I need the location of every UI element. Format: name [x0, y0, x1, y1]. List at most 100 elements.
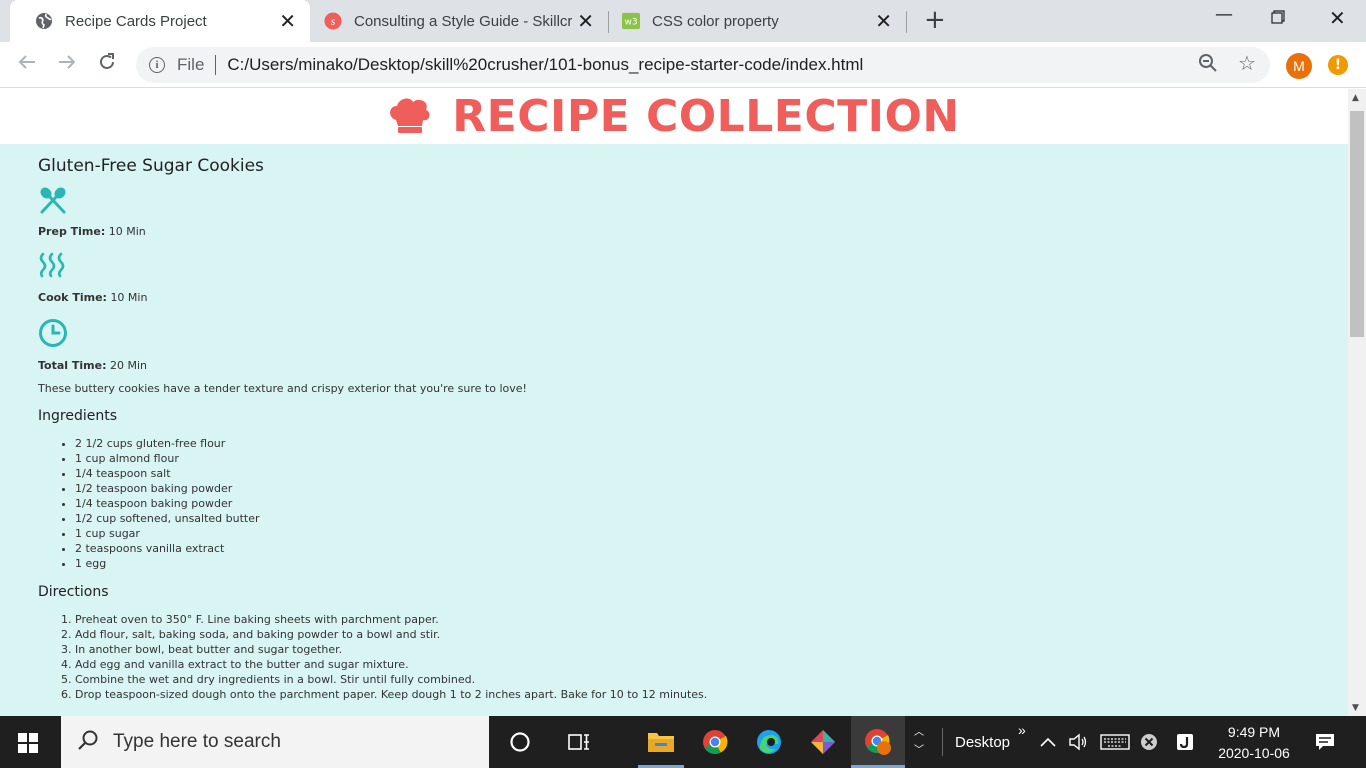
- zoom-icon[interactable]: [1198, 53, 1218, 78]
- scroll-down-arrow-icon[interactable]: ▼: [1352, 703, 1359, 713]
- minimize-button[interactable]: —: [1215, 4, 1233, 25]
- chef-hat-icon: [388, 96, 432, 138]
- list-item: Preheat oven to 350° F. Line baking shee…: [75, 612, 1310, 627]
- vertical-scrollbar[interactable]: ▲ ▼: [1348, 89, 1366, 716]
- clock-icon: [38, 318, 1310, 350]
- close-tab-icon[interactable]: ✕: [279, 11, 296, 31]
- list-item: 1 cup sugar: [75, 526, 1310, 541]
- url-scheme: File: [177, 55, 205, 74]
- keyboard-icon[interactable]: [1100, 716, 1130, 768]
- list-item: 1/4 teaspoon salt: [75, 466, 1310, 481]
- list-item: Add flour, salt, baking soda, and baking…: [75, 627, 1310, 642]
- prep-time: Prep Time: 10 Min: [38, 225, 1310, 238]
- chrome-profile-icon: [864, 728, 892, 756]
- tab-title: CSS color property: [652, 12, 779, 30]
- close-tab-icon[interactable]: ✕: [875, 11, 892, 31]
- list-item: 1/2 cup softened, unsalted butter: [75, 511, 1310, 526]
- tab-strip: Recipe Cards Project ✕ s Consulting a St…: [0, 0, 1366, 42]
- bookmark-star-icon[interactable]: ☆: [1238, 51, 1256, 75]
- tab-title: Recipe Cards Project: [65, 12, 207, 30]
- new-tab-button[interactable]: +: [924, 7, 946, 33]
- close-window-button[interactable]: ✕: [1329, 6, 1346, 30]
- globe-icon: [35, 12, 53, 30]
- w3schools-icon: w3: [622, 12, 640, 30]
- web-page: RECIPE COLLECTION Gluten-Free Sugar Cook…: [0, 89, 1348, 716]
- tab-style-guide[interactable]: s Consulting a Style Guide - Skillcru ✕: [310, 0, 608, 42]
- network-disconnected-icon[interactable]: [1140, 716, 1158, 768]
- list-item: 1 cup almond flour: [75, 451, 1310, 466]
- site-info-icon[interactable]: i: [149, 57, 165, 73]
- show-hidden-icons-chevron-icon[interactable]: [1040, 716, 1056, 768]
- site-title: RECIPE COLLECTION: [452, 91, 960, 142]
- active-chrome-window-highlight[interactable]: [851, 716, 905, 768]
- search-placeholder: Type here to search: [113, 731, 281, 752]
- list-item: In another bowl, beat butter and sugar t…: [75, 642, 1310, 657]
- cortana-icon[interactable]: [506, 728, 534, 756]
- svg-text:s: s: [331, 15, 336, 28]
- url-text[interactable]: C:/Users/minako/Desktop/skill%20crusher/…: [227, 55, 863, 75]
- site-header: RECIPE COLLECTION: [0, 89, 1348, 144]
- ingredients-heading: Ingredients: [38, 408, 117, 424]
- url-divider: [215, 55, 217, 75]
- tab-divider: [906, 11, 907, 33]
- chevron-up-icon: ︿: [914, 727, 924, 738]
- divider: [942, 716, 943, 768]
- ingredients-list: 2 1/2 cups gluten-free flour 1 cup almon…: [75, 436, 1310, 571]
- overflow-arrows[interactable]: ︿ ﹀: [912, 716, 926, 768]
- desktop-label: Desktop: [955, 733, 1011, 751]
- utensils-icon: [38, 186, 1310, 216]
- heat-waves-icon: [38, 252, 1310, 282]
- restore-button[interactable]: [1271, 8, 1285, 29]
- list-item: 2 teaspoons vanilla extract: [75, 541, 1310, 556]
- profile-avatar[interactable]: M: [1286, 53, 1312, 79]
- total-time: Total Time: 20 Min: [38, 359, 1310, 372]
- reload-button[interactable]: [97, 52, 117, 78]
- total-time-value: 20 Min: [109, 359, 147, 372]
- cook-time: Cook Time: 10 Min: [38, 291, 1310, 304]
- windows-start-icon[interactable]: [18, 733, 38, 757]
- action-center-icon[interactable]: [1315, 716, 1335, 768]
- file-explorer-icon[interactable]: [647, 728, 675, 756]
- back-button[interactable]: [17, 52, 37, 78]
- address-bar[interactable]: i File C:/Users/minako/Desktop/skill%20c…: [136, 47, 1270, 83]
- tab-title: Consulting a Style Guide - Skillcru: [354, 12, 572, 30]
- browser-toolbar: i File C:/Users/minako/Desktop/skill%20c…: [0, 42, 1366, 88]
- scrollbar-thumb[interactable]: [1350, 111, 1364, 337]
- desktop-expand-chevron-icon[interactable]: »: [1018, 704, 1026, 756]
- recipe-card: Gluten-Free Sugar Cookies Prep Time: 10 …: [0, 144, 1348, 716]
- list-item: Drop teaspoon-sized dough onto the parch…: [75, 687, 1310, 702]
- total-time-label: Total Time:: [38, 359, 107, 372]
- directions-heading: Directions: [38, 584, 109, 600]
- recipe-description: These buttery cookies have a tender text…: [38, 382, 527, 395]
- chevron-down-icon: ﹀: [914, 745, 924, 756]
- tab-css-color[interactable]: w3 CSS color property ✕: [608, 0, 906, 42]
- forward-button[interactable]: [57, 52, 77, 78]
- close-tab-icon[interactable]: ✕: [577, 11, 594, 31]
- prep-time-value: 10 Min: [108, 225, 146, 238]
- list-item: 1/2 teaspoon baking powder: [75, 481, 1310, 496]
- directions-list: Preheat oven to 350° F. Line baking shee…: [75, 612, 1310, 702]
- scroll-up-arrow-icon[interactable]: ▲: [1352, 93, 1359, 103]
- system-clock[interactable]: 9:49 PM 2020-10-06: [1210, 722, 1298, 764]
- task-view-icon[interactable]: [565, 728, 593, 756]
- list-item: Combine the wet and dry ingredients in a…: [75, 672, 1310, 687]
- edge-icon[interactable]: [755, 728, 783, 756]
- cook-time-label: Cook Time:: [38, 291, 107, 304]
- list-item: 1 egg: [75, 556, 1310, 571]
- recipe-title: Gluten-Free Sugar Cookies: [38, 156, 264, 176]
- search-icon: [77, 729, 99, 755]
- app-tray-icon[interactable]: [1176, 716, 1194, 768]
- list-item: Add egg and vanilla extract to the butte…: [75, 657, 1310, 672]
- desktop-toolbar[interactable]: Desktop: [955, 716, 1010, 768]
- list-item: 1/4 teaspoon baking powder: [75, 496, 1310, 511]
- chrome-icon[interactable]: [701, 728, 729, 756]
- tab-recipe-cards[interactable]: Recipe Cards Project ✕: [10, 0, 310, 42]
- skillcrush-icon: s: [324, 12, 342, 30]
- update-alert-icon[interactable]: !: [1328, 55, 1348, 75]
- taskbar-search-box[interactable]: Type here to search: [61, 716, 489, 768]
- git-kraken-icon[interactable]: [809, 728, 837, 756]
- volume-icon[interactable]: [1068, 716, 1088, 768]
- svg-text:w3: w3: [624, 18, 637, 28]
- list-item: 2 1/2 cups gluten-free flour: [75, 436, 1310, 451]
- clock-date: 2020-10-06: [1218, 745, 1290, 761]
